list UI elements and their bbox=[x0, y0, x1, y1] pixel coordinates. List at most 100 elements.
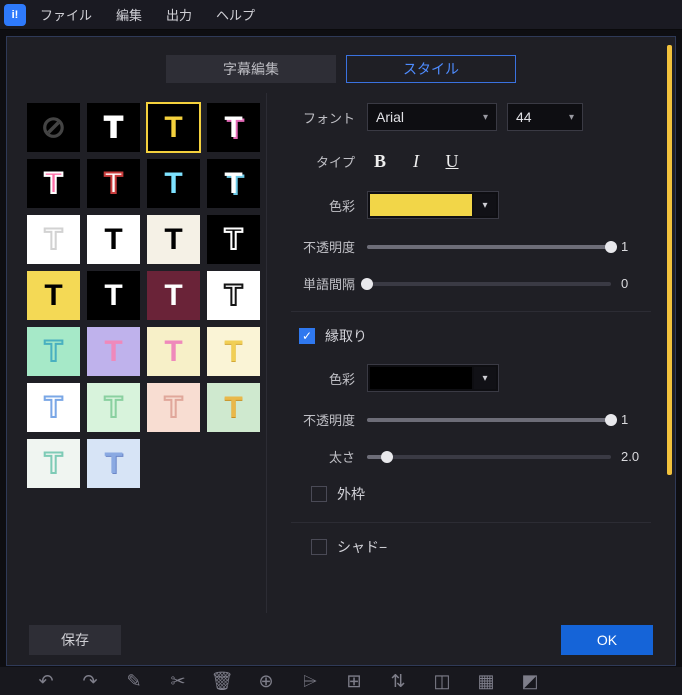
slider-thumb[interactable] bbox=[361, 278, 373, 290]
opacity-slider[interactable] bbox=[367, 245, 611, 249]
style-preset-none[interactable]: ⊘ bbox=[27, 103, 80, 152]
style-preset-outline-white-bg[interactable]: T bbox=[27, 215, 80, 264]
redo-icon[interactable]: ↷ bbox=[80, 671, 100, 692]
outline-color-swatch bbox=[370, 367, 472, 389]
style-preset-white-outline[interactable]: T bbox=[87, 103, 140, 152]
type-label: タイプ bbox=[291, 152, 367, 171]
shadow-checkbox[interactable] bbox=[311, 539, 327, 555]
bold-button[interactable]: B bbox=[367, 149, 393, 173]
style-preset-outline-white-bg-2[interactable]: T bbox=[207, 271, 260, 320]
cut-icon[interactable]: ✂ bbox=[168, 671, 188, 692]
trash-icon[interactable]: 🗑 bbox=[212, 671, 232, 692]
outline-checkbox[interactable]: ✓ bbox=[299, 328, 315, 344]
style-preset-grid: ⊘TTTTTTTTTTTTTTTTTTTTTTTTT bbox=[17, 93, 267, 613]
style-preset-blue-soft[interactable]: T bbox=[87, 439, 140, 488]
slider-thumb[interactable] bbox=[605, 414, 617, 426]
style-preset-glyph: T bbox=[44, 449, 62, 479]
font-select[interactable]: Arial ▾ bbox=[367, 103, 497, 131]
tabs: 字幕編集 スタイル bbox=[7, 37, 675, 93]
style-preset-teal-outline-white[interactable]: T bbox=[27, 439, 80, 488]
menu-edit[interactable]: 編集 bbox=[106, 1, 152, 28]
style-preset-glyph: T bbox=[164, 113, 182, 143]
menu-output[interactable]: 出力 bbox=[156, 1, 202, 28]
separator bbox=[291, 311, 651, 312]
style-preset-gold-on-mint[interactable]: T bbox=[207, 383, 260, 432]
outline-color-select[interactable]: ▾ bbox=[367, 364, 499, 392]
style-preset-blue-outline-white[interactable]: T bbox=[27, 383, 80, 432]
panel-scrollbar[interactable] bbox=[667, 45, 673, 659]
style-settings: フォント Arial ▾ 44 ▾ タイプ B I U bbox=[267, 93, 665, 613]
adjust-icon[interactable]: ⇅ bbox=[388, 671, 408, 692]
opacity-value: 1 bbox=[621, 239, 651, 254]
crop-icon[interactable]: ◫ bbox=[432, 671, 452, 692]
style-preset-black-on-ivory[interactable]: T bbox=[147, 215, 200, 264]
wordspacing-label: 単語間隔 bbox=[291, 274, 367, 293]
tab-subtitle-edit[interactable]: 字幕編集 bbox=[166, 55, 336, 83]
style-preset-cyan[interactable]: T bbox=[147, 159, 200, 208]
style-preset-glyph: T bbox=[104, 393, 122, 423]
style-preset-glyph: T bbox=[164, 393, 182, 423]
italic-button[interactable]: I bbox=[403, 149, 429, 173]
layers-icon[interactable]: ◩ bbox=[520, 671, 540, 692]
style-preset-peach-outline-pink[interactable]: T bbox=[147, 383, 200, 432]
style-preset-pink-cream[interactable]: T bbox=[147, 327, 200, 376]
underline-button[interactable]: U bbox=[439, 149, 465, 173]
slider-thumb[interactable] bbox=[381, 451, 393, 463]
outline-thickness-slider[interactable] bbox=[367, 455, 611, 459]
style-preset-glyph: T bbox=[224, 337, 242, 367]
outline-opacity-slider[interactable] bbox=[367, 418, 611, 422]
marker-icon[interactable]: ⊞ bbox=[344, 671, 364, 692]
ok-button[interactable]: OK bbox=[561, 625, 653, 655]
outline-thickness-value: 2.0 bbox=[621, 449, 651, 464]
style-preset-white-on-maroon[interactable]: T bbox=[147, 271, 200, 320]
style-preset-black-on-yellow[interactable]: T bbox=[27, 271, 80, 320]
add-icon[interactable]: ⊕ bbox=[256, 671, 276, 692]
style-preset-white-red-outline[interactable]: T bbox=[87, 159, 140, 208]
outline-checkbox-label: 縁取り bbox=[325, 326, 367, 346]
style-preset-outline-black-bg[interactable]: T bbox=[207, 215, 260, 264]
caption-icon[interactable]: ⌲ bbox=[300, 671, 320, 692]
style-preset-glyph: T bbox=[104, 225, 122, 255]
style-preset-glyph: T bbox=[104, 449, 122, 479]
style-preset-white-on-black[interactable]: T bbox=[87, 271, 140, 320]
wordspacing-value: 0 bbox=[621, 276, 651, 291]
outline-color-label: 色彩 bbox=[291, 369, 367, 388]
style-preset-glyph: T bbox=[224, 225, 242, 255]
shadow-checkbox-label: シャド− bbox=[337, 537, 387, 557]
panel-footer: 保存 OK bbox=[7, 625, 675, 655]
style-preset-glyph: T bbox=[224, 281, 242, 311]
style-preset-white-pink-shadow[interactable]: T bbox=[207, 103, 260, 152]
save-button[interactable]: 保存 bbox=[29, 625, 121, 655]
font-size-value: 44 bbox=[516, 109, 532, 125]
text-color-select[interactable]: ▾ bbox=[367, 191, 499, 219]
style-preset-glyph: T bbox=[104, 337, 122, 367]
style-preset-cyan-outline-mint[interactable]: T bbox=[27, 327, 80, 376]
slider-thumb[interactable] bbox=[605, 241, 617, 253]
style-preset-black-on-white[interactable]: T bbox=[87, 215, 140, 264]
style-preset-pink-white-outline[interactable]: T bbox=[27, 159, 80, 208]
style-preset-pink-violet[interactable]: T bbox=[87, 327, 140, 376]
opacity-label: 不透明度 bbox=[291, 237, 367, 256]
style-preset-mint-outline-pale[interactable]: T bbox=[87, 383, 140, 432]
font-size-select[interactable]: 44 ▾ bbox=[507, 103, 583, 131]
style-preset-yellow-cream[interactable]: T bbox=[207, 327, 260, 376]
chevron-down-icon: ▾ bbox=[474, 194, 496, 216]
pencil-icon[interactable]: ✎ bbox=[124, 671, 144, 692]
app-icon[interactable]: i! bbox=[4, 4, 26, 26]
grid-icon[interactable]: ▦ bbox=[476, 671, 496, 692]
menu-file[interactable]: ファイル bbox=[30, 1, 102, 28]
style-preset-glyph: ⊘ bbox=[41, 113, 66, 143]
style-preset-glyph: T bbox=[224, 393, 242, 423]
style-preset-glyph: T bbox=[224, 113, 242, 143]
wordspacing-slider[interactable] bbox=[367, 282, 611, 286]
panel-scrollbar-thumb[interactable] bbox=[667, 45, 672, 475]
undo-icon[interactable]: ↶ bbox=[36, 671, 56, 692]
menu-help[interactable]: ヘルプ bbox=[206, 1, 265, 28]
outer-frame-checkbox[interactable] bbox=[311, 486, 327, 502]
font-select-value: Arial bbox=[376, 109, 404, 125]
tab-style[interactable]: スタイル bbox=[346, 55, 516, 83]
style-preset-glyph: T bbox=[224, 169, 242, 199]
style-preset-white-cyan-shadow[interactable]: T bbox=[207, 159, 260, 208]
style-preset-yellow-black[interactable]: T bbox=[147, 103, 200, 152]
style-preset-glyph: T bbox=[44, 169, 62, 199]
